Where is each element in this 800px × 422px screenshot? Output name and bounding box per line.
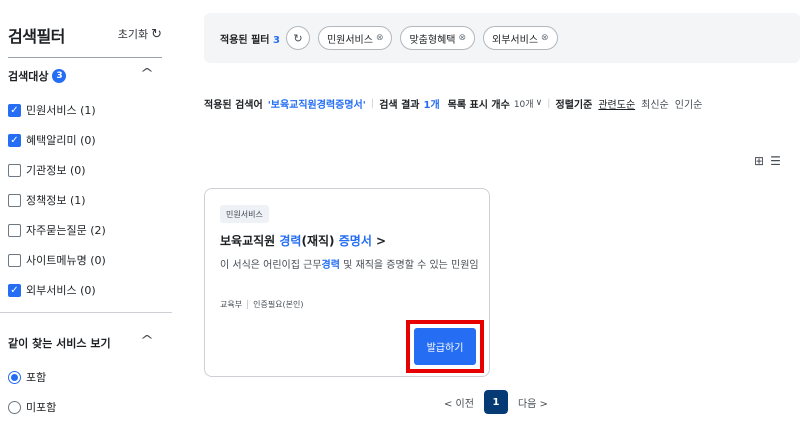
checkbox-checked-icon[interactable]: ✓ (8, 133, 21, 147)
card-auth-requirement: 인증필요(본인) (253, 300, 304, 309)
title-segment: (재직) (301, 234, 335, 248)
list-view-icon[interactable]: ☰ (770, 154, 781, 168)
separator: | (370, 97, 375, 109)
chevron-up-icon[interactable]: ^ (140, 66, 154, 80)
checkbox-checked-icon[interactable]: ✓ (8, 283, 21, 297)
remove-chip-icon[interactable]: ⊗ (541, 33, 549, 43)
filter-chip-label: 민원서비스 (326, 34, 373, 46)
sort-option-latest[interactable]: 최신순 (641, 96, 669, 111)
card-category-tag: 민원서비스 (220, 205, 269, 223)
checkbox-unchecked-icon[interactable] (8, 253, 21, 267)
pagination: < 이전 1 다음 > (444, 390, 548, 414)
chevron-right-icon: > (376, 234, 387, 248)
related-services-options: 포함 미포함 (8, 365, 168, 422)
checkbox-label: 외부서비스 (0) (26, 284, 96, 297)
checkbox-item[interactable]: 기관정보 (0) (8, 158, 168, 182)
reset-button[interactable]: 초기화 ↻ (118, 26, 162, 42)
checkbox-label: 민원서비스 (1) (26, 104, 96, 117)
filter-title: 검색필터 (8, 27, 65, 46)
radio-checked-icon[interactable] (8, 370, 21, 384)
title-keyword-highlight: 경력 (279, 234, 302, 248)
section-divider (0, 312, 172, 313)
sort-option-relevance[interactable]: 관련도순 (598, 96, 635, 111)
checkbox-item[interactable]: 사이트메뉴명 (0) (8, 248, 168, 272)
desc-keyword-highlight: 경력 (321, 260, 340, 271)
card-agency: 교육부 (220, 300, 243, 309)
filter-chip-label: 맞춤형혜택 (409, 34, 456, 46)
results-info-row: 적용된 검색어 '보육교직원경력증명서' | 검색 결과 1개 목록 표시 개수… (204, 95, 800, 111)
related-services-title: 같이 찾는 서비스 보기 (8, 337, 111, 350)
checkbox-label: 기관정보 (0) (26, 164, 86, 177)
checkbox-item[interactable]: ✓ 외부서비스 (0) (8, 278, 168, 302)
checkbox-unchecked-icon[interactable] (8, 223, 21, 237)
filter-chip[interactable]: 외부서비스 ⊗ (483, 26, 558, 50)
radio-label: 포함 (26, 371, 47, 384)
checkbox-label: 혜택알리미 (0) (26, 134, 96, 147)
sort-option-popular[interactable]: 인기순 (675, 96, 703, 111)
checkbox-unchecked-icon[interactable] (8, 193, 21, 207)
applied-keyword-prefix: 적용된 검색어 (204, 99, 263, 111)
desc-segment: 이 서식은 어린이집 근무 (220, 260, 322, 271)
result-label: 검색 결과 (379, 99, 420, 111)
filter-chip-label: 외부서비스 (492, 34, 539, 46)
chevron-down-icon: ∨ (535, 98, 543, 108)
radio-unchecked-icon[interactable] (8, 400, 21, 414)
view-toggle: ⊞ ☰ (754, 154, 781, 168)
applied-filters-bar: 적용된 필터 3 ↻ 민원서비스 ⊗ 맞춤형혜택 ⊗ 외부서비스 ⊗ (204, 13, 800, 63)
checkbox-item[interactable]: 정책정보 (1) (8, 188, 168, 212)
filter-header: 검색필터 초기화 ↻ (8, 18, 162, 58)
checkbox-label: 자주묻는질문 (2) (26, 224, 106, 237)
search-filter-sidebar: 검색필터 초기화 ↻ 검색대상 3 ^ ✓ 민원서비스 (1) ✓ 혜택알리미 … (0, 0, 172, 422)
sort-label: 정렬기준 (555, 99, 593, 111)
checkbox-checked-icon[interactable]: ✓ (8, 103, 21, 117)
search-target-count-badge: 3 (52, 69, 67, 83)
checkbox-unchecked-icon[interactable] (8, 163, 21, 177)
applied-filters-text: 적용된 필터 (220, 34, 270, 46)
issue-button[interactable]: 발급하기 (414, 328, 476, 365)
related-services-header[interactable]: 같이 찾는 서비스 보기 ^ (8, 333, 162, 351)
grid-view-icon[interactable]: ⊞ (754, 154, 764, 168)
radio-exclude[interactable]: 미포함 (8, 395, 168, 419)
title-keyword-highlight: 증명서 (338, 234, 372, 248)
checkbox-item[interactable]: ✓ 민원서비스 (1) (8, 98, 168, 122)
result-count: 1개 (423, 99, 440, 111)
next-page-link[interactable]: 다음 > (518, 395, 548, 410)
search-target-title: 검색대상 (8, 70, 49, 83)
remove-chip-icon[interactable]: ⊗ (458, 33, 466, 43)
desc-segment: 및 재직을 증명할 수 있는 민원임 (343, 260, 479, 271)
chevron-up-icon[interactable]: ^ (140, 333, 154, 347)
applied-filters-label: 적용된 필터 3 (220, 31, 280, 46)
filter-chip[interactable]: 민원서비스 ⊗ (317, 26, 393, 50)
card-meta: 교육부 인증필요(본인) (220, 299, 304, 310)
search-target-list: ✓ 민원서비스 (1) ✓ 혜택알리미 (0) 기관정보 (0) 정책정보 (1… (8, 98, 168, 308)
refresh-icon: ↻ (151, 26, 162, 42)
applied-filters-count: 3 (272, 34, 280, 46)
per-page-select[interactable]: 10개 ∨ (514, 97, 542, 110)
reset-filters-button[interactable]: ↻ (285, 26, 310, 50)
checkbox-item[interactable]: ✓ 혜택알리미 (0) (8, 128, 168, 152)
search-keyword: '보육교직원경력증명서' (267, 99, 366, 111)
meta-divider (247, 300, 249, 309)
checkbox-label: 사이트메뉴명 (0) (26, 254, 106, 267)
per-page-value: 10개 (513, 99, 534, 110)
card-title-link[interactable]: 보육교직원 경력(재직) 증명서 > (220, 232, 386, 249)
radio-label: 미포함 (26, 401, 57, 414)
prev-page-link[interactable]: < 이전 (444, 395, 474, 410)
result-card: 민원서비스 보육교직원 경력(재직) 증명서 > 이 서식은 어린이집 근무경력… (204, 188, 490, 377)
highlight-box: 발급하기 (406, 320, 484, 373)
search-target-header[interactable]: 검색대상 3 ^ (8, 66, 162, 84)
refresh-icon: ↻ (293, 31, 303, 45)
filter-chip[interactable]: 맞춤형혜택 ⊗ (400, 26, 476, 50)
remove-chip-icon[interactable]: ⊗ (376, 33, 384, 43)
card-description: 이 서식은 어린이집 근무경력 및 재직을 증명할 수 있는 민원임 (220, 257, 482, 274)
separator: | (547, 97, 551, 109)
checkbox-label: 정책정보 (1) (26, 194, 86, 207)
checkbox-item[interactable]: 자주묻는질문 (2) (8, 218, 168, 242)
reset-label: 초기화 (117, 28, 149, 41)
title-segment: 보육교직원 (220, 234, 276, 248)
radio-include[interactable]: 포함 (8, 365, 168, 389)
page-number-current[interactable]: 1 (483, 390, 508, 414)
per-page-label: 목록 표시 개수 (447, 99, 510, 111)
